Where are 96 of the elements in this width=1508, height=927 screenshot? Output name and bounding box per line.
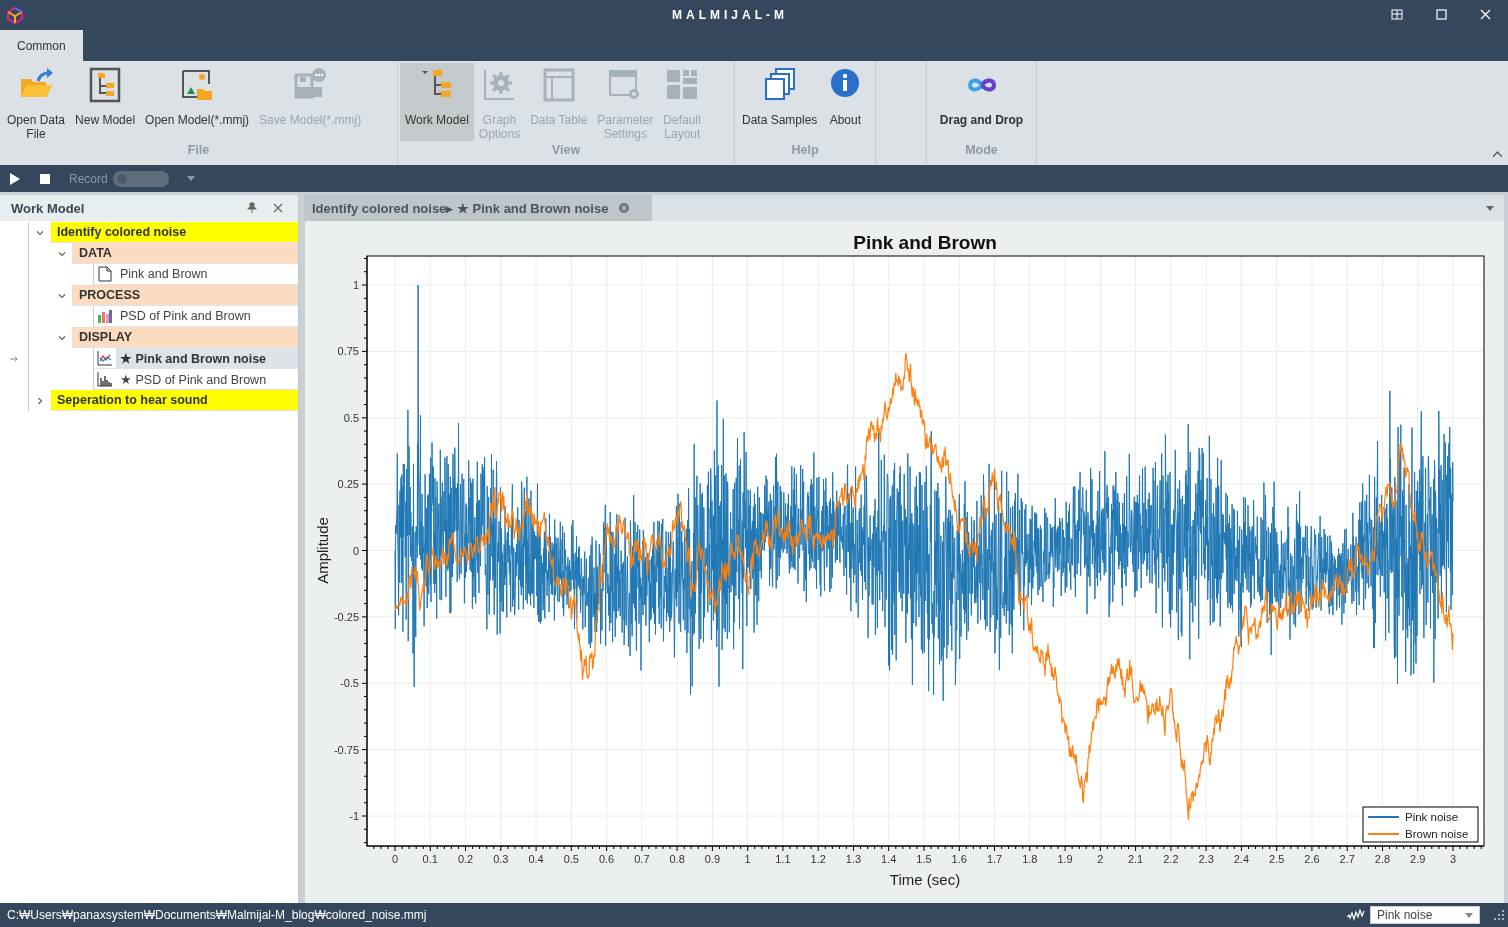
pointer-arrow-icon: [10, 354, 18, 363]
ribbon-button[interactable]: About: [822, 63, 869, 141]
group-label: Help: [790, 143, 820, 159]
tick-label: 0.8: [669, 853, 685, 865]
tick-label: 1.7: [986, 853, 1003, 865]
tree-item[interactable]: ★ Pink and Brown noise: [116, 348, 298, 368]
tick-label: 0.1: [422, 853, 438, 865]
histogram-icon: [97, 371, 113, 387]
tick-label: 2.2: [1163, 853, 1179, 865]
infinity-icon: [967, 77, 996, 93]
tree-item[interactable]: PSD of Pink and Brown: [120, 309, 251, 323]
pin-icon[interactable]: [246, 202, 258, 214]
chart-title: Pink and Brown: [853, 232, 997, 253]
tick-label: 1.8: [1022, 853, 1038, 865]
tick-label: 0.4: [528, 853, 544, 865]
waveform-icon: [1347, 909, 1365, 921]
caret-icon[interactable]: [36, 228, 44, 237]
panel-title: Work Model: [11, 200, 86, 216]
ribbon-button[interactable]: Drag and Drop: [934, 63, 1029, 141]
play-icon[interactable]: [9, 172, 21, 185]
ribbon-button[interactable]: Data Samples: [737, 63, 823, 141]
tick-label: 0: [352, 544, 359, 557]
tick-label: 1.9: [1057, 853, 1073, 865]
tree-item[interactable]: DISPLAY: [72, 327, 298, 348]
axis-title: Time (sec): [889, 871, 961, 888]
tick-label: 1: [352, 279, 359, 291]
caret-icon: [1465, 912, 1473, 918]
tick-label: -0.75: [333, 743, 359, 756]
tick-label: 1.2: [810, 853, 826, 865]
caret-icon[interactable]: [57, 249, 66, 258]
tick-label: 1.4: [881, 853, 897, 865]
tick-label: 2.9: [1410, 853, 1426, 865]
tick-label: 2.4: [1233, 853, 1250, 865]
tick-label: -1: [349, 810, 359, 822]
record-toggle[interactable]: [112, 170, 169, 187]
tick-label: -0.25: [333, 610, 359, 623]
tick-label: 0.5: [563, 853, 579, 865]
tick-label: 2.1: [1127, 853, 1144, 865]
document-tab[interactable]: Identify colored noise▸ ★ Pink and Brown noise: [304, 195, 653, 221]
ribbon-button[interactable]: New Model: [70, 63, 141, 141]
tick-label: 3: [1449, 853, 1457, 865]
tick-label: 0.6: [598, 853, 615, 865]
legend-label: Pink noise: [1405, 811, 1459, 823]
resize-grip-icon[interactable]: [1494, 910, 1504, 920]
line-chart-icon: [97, 350, 113, 366]
tree-item[interactable]: ★ PSD of Pink and Brown: [120, 371, 267, 387]
axis-title: Amplitude: [314, 517, 331, 584]
ribbon-button[interactable]: Work Model: [400, 63, 474, 141]
tick-label: 0.9: [704, 853, 721, 865]
tick-label: 0.2: [457, 853, 474, 865]
group-label: Mode: [964, 143, 999, 159]
record-label: Record: [69, 171, 108, 186]
stop-icon[interactable]: [39, 172, 51, 185]
tick-label: 0.75: [337, 345, 359, 358]
tick-label: 1.3: [845, 853, 862, 865]
tick-label: 1: [744, 853, 751, 865]
tick-label: 2.5: [1269, 853, 1285, 865]
caret-icon[interactable]: [36, 396, 44, 405]
tree-item[interactable]: Seperation to hear sound: [51, 390, 298, 411]
tick-label: 0: [391, 853, 399, 865]
ribbon-tab[interactable]: Common: [0, 30, 83, 61]
tree-item[interactable]: PROCESS: [72, 285, 298, 306]
tab-title: Identify colored noise▸ ★ Pink and Brown noise: [312, 200, 609, 216]
tree-item[interactable]: Identify colored noise: [51, 222, 298, 243]
caret-icon[interactable]: [1486, 205, 1494, 211]
tick-label: 2: [1097, 853, 1104, 865]
group-label: View: [550, 143, 582, 159]
ribbon-button[interactable]: Open Data File: [2, 63, 71, 141]
caret-icon[interactable]: [57, 291, 66, 300]
tick-label: 0.3: [493, 853, 509, 865]
bar-chart-icon: [97, 308, 113, 324]
tick-label: 2.7: [1339, 853, 1355, 865]
window-title: MALMIJAL-M: [671, 8, 789, 22]
tick-label: 2.6: [1304, 853, 1320, 865]
tick-label: 0.7: [634, 853, 650, 865]
group-label: File: [186, 143, 211, 159]
ribbon-button[interactable]: Open Model(*.mmj): [140, 63, 255, 141]
tick-label: -0.5: [340, 677, 359, 690]
tree-item[interactable]: DATA: [72, 243, 298, 264]
tick-label: 1.6: [951, 853, 967, 865]
caret-icon[interactable]: [57, 333, 66, 342]
tick-label: 1.1: [775, 853, 791, 865]
tick-label: 2.8: [1374, 853, 1391, 865]
close-icon[interactable]: [272, 202, 284, 214]
tick-label: 1.5: [916, 853, 932, 865]
file-path: C:₩Users₩panaxsystem₩Documents₩Malmijal-M_blog₩colored_noise.mmj: [7, 908, 428, 922]
tick-label: 2.3: [1198, 853, 1214, 865]
collapse-caret-icon[interactable]: [1493, 151, 1502, 157]
series-dropdown[interactable]: Pink noise: [1370, 906, 1480, 924]
legend-label: Brown noise: [1405, 828, 1469, 840]
close-icon[interactable]: [618, 202, 631, 214]
tick-label: 0.25: [337, 478, 359, 491]
cube-logo-icon: [6, 6, 24, 24]
tree-item[interactable]: Pink and Brown: [120, 267, 208, 281]
caret-icon[interactable]: [186, 176, 195, 181]
tick-label: 0.5: [343, 411, 359, 424]
